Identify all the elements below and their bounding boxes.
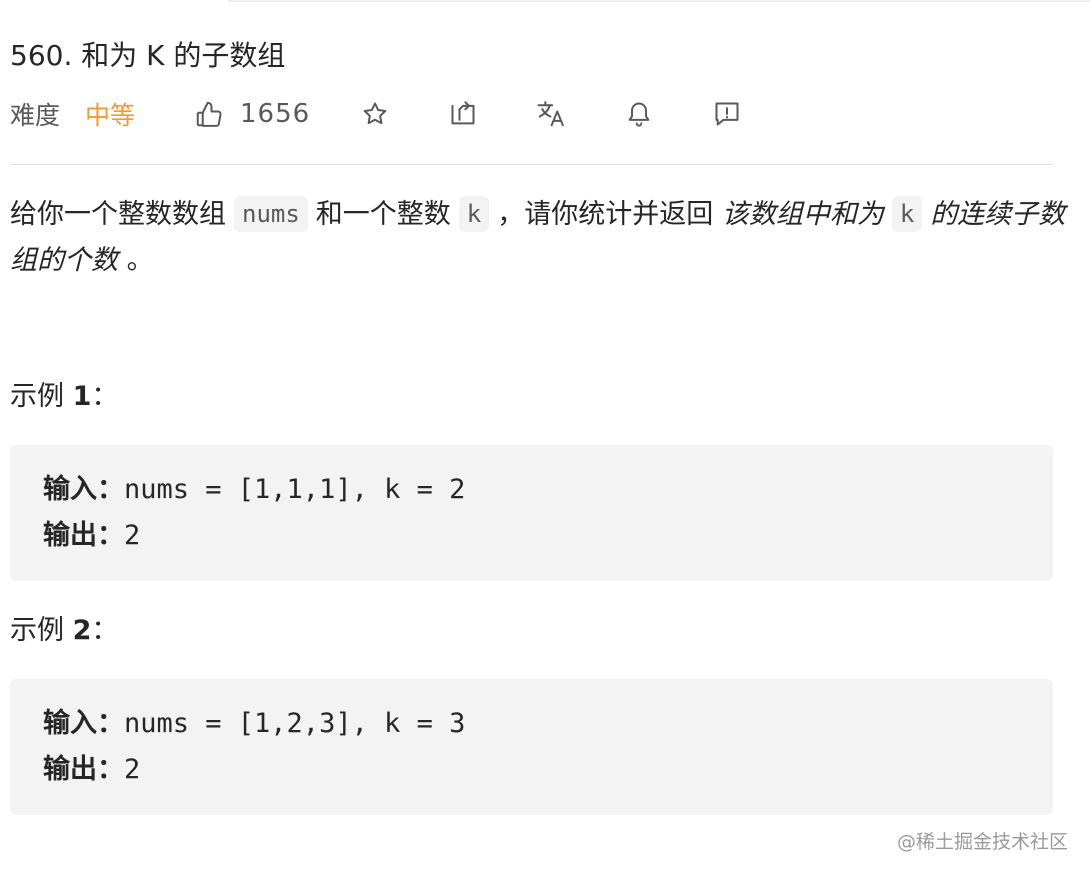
example-1-heading: 示例 1：: [10, 377, 118, 417]
inline-code-k: k: [458, 196, 490, 232]
example-heading-number: 1: [72, 381, 92, 412]
inline-code-nums: nums: [234, 196, 308, 232]
thumbs-up-icon: [194, 99, 224, 129]
description-text: 给你一个整数数组: [10, 199, 226, 230]
example-input-line: 输入：nums = [1,1,1], k = 2: [43, 467, 1053, 513]
like-button[interactable]: 1656: [194, 94, 310, 134]
example-2-heading: 示例 2：: [10, 611, 118, 651]
translate-icon: [536, 99, 566, 129]
example-heading-prefix: 示例: [10, 615, 64, 646]
top-border: [228, 0, 1090, 2]
problem-title: 560. 和为 K 的子数组: [10, 39, 286, 72]
output-value: 2: [124, 520, 141, 551]
output-label: 输出：: [43, 520, 124, 551]
example-heading-number: 2: [72, 615, 92, 646]
output-value: 2: [124, 754, 141, 785]
problem-toolbar: 难度 中等 1656: [10, 94, 770, 134]
feedback-button[interactable]: [709, 94, 745, 134]
input-value: nums = [1,2,3], k = 3: [124, 708, 466, 739]
difficulty-value: 中等: [85, 101, 136, 130]
input-value: nums = [1,1,1], k = 2: [124, 474, 466, 505]
example-1-code-block: 输入：nums = [1,1,1], k = 2 输出：2: [10, 445, 1053, 581]
example-input-line: 输入：nums = [1,2,3], k = 3: [43, 701, 1053, 747]
description-text: 和一个整数: [315, 199, 451, 230]
watermark: @稀土掘金技术社区: [896, 831, 1068, 853]
example-heading-suffix: ：: [91, 381, 119, 412]
input-label: 输入：: [43, 474, 124, 505]
like-count: 1656: [240, 99, 311, 129]
example-output-line: 输出：2: [43, 747, 1053, 793]
problem-description: 给你一个整数数组 nums 和一个整数 k ，请你统计并返回 该数组中和为 k 的连续子数组…: [10, 192, 1070, 284]
translate-button[interactable]: [533, 94, 569, 134]
share-icon: [449, 100, 477, 128]
input-label: 输入：: [43, 708, 124, 739]
description-text: ，请你统计并返回: [497, 199, 714, 230]
difficulty-label: 难度: [10, 94, 60, 134]
inline-code-k: k: [891, 196, 923, 232]
example-output-line: 输出：2: [43, 513, 1053, 559]
difficulty-label-text: 难度: [10, 101, 61, 130]
star-icon: [361, 100, 389, 128]
share-button[interactable]: [445, 94, 481, 134]
example-2-code-block: 输入：nums = [1,2,3], k = 3 输出：2: [10, 679, 1053, 815]
feedback-icon: [713, 100, 741, 128]
description-period: 。: [126, 245, 154, 276]
emphasis-text: 该数组中和为: [721, 199, 884, 230]
header-divider: [10, 164, 1053, 165]
example-heading-suffix: ：: [91, 615, 119, 646]
example-heading-prefix: 示例: [10, 381, 64, 412]
bell-icon: [625, 100, 653, 128]
notification-button[interactable]: [621, 94, 657, 134]
favorite-button[interactable]: [357, 94, 393, 134]
difficulty-badge: 中等: [85, 94, 135, 134]
output-label: 输出：: [43, 754, 124, 785]
